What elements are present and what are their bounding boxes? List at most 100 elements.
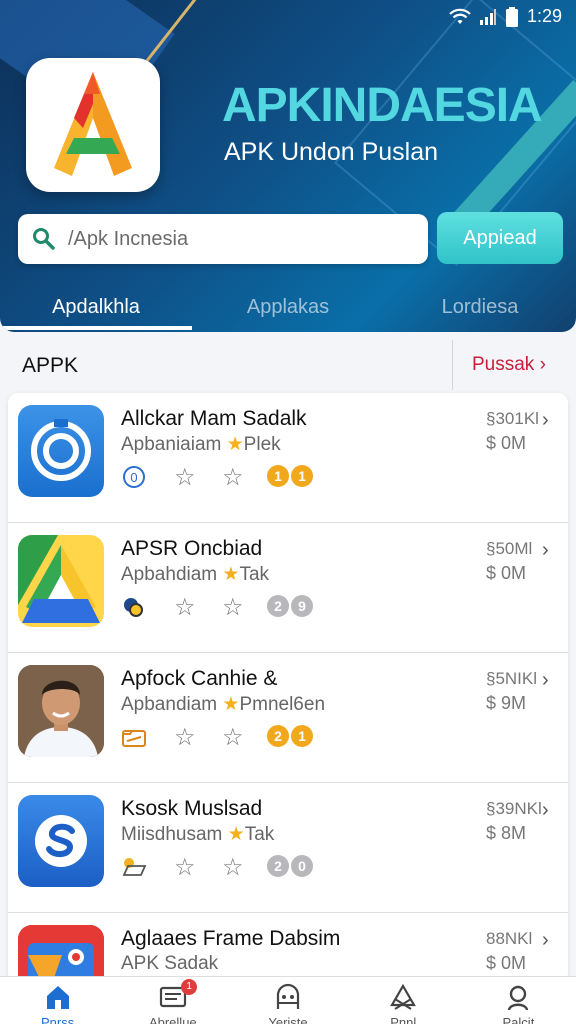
nav-robot[interactable]: Yeriste [230, 977, 345, 1024]
app-meta-size: §39NKl [486, 799, 542, 818]
tab-bar: Apdalkhla Applakas Lordiesa [0, 284, 576, 330]
nav-news[interactable]: 1 Abrellue [115, 977, 230, 1024]
tab-apdalkhla[interactable]: Apdalkhla [0, 284, 192, 330]
app-meta-size: §301Kl [486, 409, 539, 428]
home-icon [46, 986, 69, 1009]
robot-icon [276, 983, 300, 1009]
star-icon: ★ [226, 434, 244, 455]
app-meta-price: $ 0M [486, 433, 527, 453]
divider [452, 340, 453, 390]
star-outline-icon[interactable]: ☆ [174, 463, 196, 492]
list-item[interactable]: Ksosk Muslsad Miisdhusam ★Tak §39NKl $ 8… [8, 783, 568, 913]
status-bar: 1:29 [449, 6, 562, 27]
battery-icon [505, 6, 518, 27]
apply-button[interactable]: Appiead [437, 212, 563, 264]
chevron-right-icon[interactable]: › [542, 799, 549, 822]
app-meta-size: 88NKl [486, 929, 533, 948]
folder-icon [122, 730, 146, 747]
more-link-label: Pussak [472, 354, 535, 375]
app-category: APK Sadak [121, 953, 219, 974]
count-pill: 1 [291, 465, 313, 487]
nav-label: Pnrss [40, 1015, 75, 1024]
header: 1:29 APKINDAESIA APK Undon Puslan Appiea… [0, 0, 576, 332]
app-name: APSR Oncbiad [121, 537, 263, 560]
nav-tools[interactable]: Pnnl [346, 977, 461, 1024]
app-tag: Tak [244, 824, 275, 845]
app-category-text: Apbandiam [121, 694, 218, 715]
app-tag: Tak [239, 564, 270, 585]
star-icon: ★ [222, 564, 240, 585]
sync-s-icon [18, 795, 104, 887]
nav-label: Pnnl [390, 1015, 417, 1024]
star-outline-icon[interactable]: ☆ [174, 723, 196, 752]
logo-a-icon [54, 72, 132, 176]
app-category-text: Apbaniaiam [121, 434, 222, 455]
app-category: Apbandiam ★Pmnel6en [121, 693, 325, 716]
tools-icon [390, 983, 417, 1010]
count-pill: 2 [267, 595, 289, 617]
search-icon [33, 228, 55, 250]
list-item[interactable]: Aglaaes Frame Dabsim APK Sadak 88NKl $ 0… [8, 913, 568, 983]
app-meta-size: §5NIKl [486, 669, 538, 688]
tab-applakas[interactable]: Applakas [192, 284, 384, 330]
target-icon [18, 405, 104, 497]
app-tag: Plek [243, 434, 281, 455]
tab-lordiesa[interactable]: Lordiesa [384, 284, 576, 330]
chevron-right-icon[interactable]: › [542, 669, 549, 692]
app-category: Miisdhusam ★Tak [121, 823, 274, 846]
app-logo [26, 58, 160, 192]
app-meta-price: $ 8M [486, 823, 527, 843]
status-time: 1:29 [526, 6, 562, 26]
count-pill: 1 [291, 725, 313, 747]
star-outline-icon[interactable]: ☆ [174, 853, 196, 882]
list-item[interactable]: APSR Oncbiad Apbahdiam ★Tak §50Ml $ 0M ›… [8, 523, 568, 653]
person-photo [18, 665, 104, 757]
signal-icon [479, 8, 496, 25]
section-header: APPK Pussak › [0, 340, 576, 390]
star-outline-icon[interactable]: ☆ [222, 463, 244, 492]
star-icon: ★ [222, 694, 240, 715]
search-box[interactable] [18, 214, 428, 264]
app-meta-price: $ 0M [486, 953, 527, 973]
nav-home[interactable]: Pnrss [0, 977, 115, 1024]
drive-triangle-icon [18, 535, 104, 627]
nav-search[interactable]: Palcit [461, 977, 576, 1024]
app-tag: Pmnel6en [239, 694, 326, 715]
bottom-nav: Pnrss 1 Abrellue Yeriste Pnnl Palcit [0, 976, 576, 1024]
app-category-text: Miisdhusam [121, 824, 223, 845]
list-item[interactable]: Allckar Mam Sadalk Apbaniaiam ★Plek §301… [8, 393, 568, 523]
nav-label: Yeriste [268, 1015, 308, 1024]
star-icon: ★ [227, 824, 245, 845]
star-outline-icon[interactable]: ☆ [222, 853, 244, 882]
count-pill: 2 [267, 855, 289, 877]
section-title: APPK [22, 354, 79, 377]
folder-open-icon [122, 858, 147, 876]
nav-label: Abrellue [148, 1015, 197, 1024]
star-outline-icon[interactable]: ☆ [174, 593, 196, 622]
star-outline-icon[interactable]: ☆ [222, 593, 244, 622]
app-meta-price: $ 0M [486, 563, 527, 583]
star-outline-icon[interactable]: ☆ [222, 723, 244, 752]
count-pill: 0 [291, 855, 313, 877]
list-item[interactable]: Apfock Canhie & Apbandiam ★Pmnel6en §5NI… [8, 653, 568, 783]
brand-title: APKINDAESIA [222, 79, 543, 132]
nav-label: Palcit [502, 1015, 535, 1024]
map-icon [18, 925, 104, 983]
more-link[interactable]: Pussak › [472, 354, 546, 376]
app-category: Apbaniaiam ★Plek [121, 433, 281, 456]
app-name: Ksosk Muslsad [121, 797, 263, 820]
count-pill: 9 [291, 595, 313, 617]
notification-badge: 1 [181, 979, 198, 995]
chevron-right-icon[interactable]: › [542, 929, 549, 952]
chevron-right-icon[interactable]: › [542, 539, 549, 562]
search-input[interactable] [68, 227, 388, 251]
app-category-text: Apbahdiam [121, 564, 218, 585]
search-icon [508, 985, 529, 1011]
count-pill: 1 [267, 465, 289, 487]
chevron-right-icon[interactable]: › [542, 409, 549, 432]
app-name: Aglaaes Frame Dabsim [121, 927, 341, 950]
chevron-right-icon: › [539, 354, 546, 375]
app-meta-size: §50Ml [486, 539, 533, 558]
count-pill: 2 [267, 725, 289, 747]
wifi-icon [449, 8, 471, 24]
